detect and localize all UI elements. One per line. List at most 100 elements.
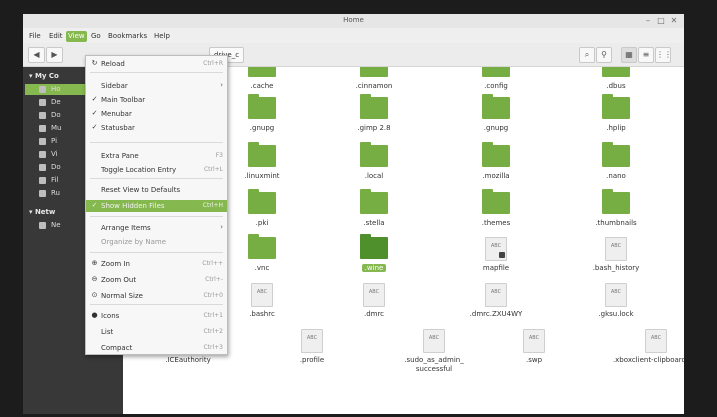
document-type-label: ABC [306, 335, 318, 341]
menu-item-compact[interactable]: Compact Ctrl+3 [86, 342, 227, 354]
arrow-right-icon[interactable]: ▶ [46, 47, 63, 63]
menu-separator [90, 304, 223, 305]
menu-item-organize-by-name[interactable]: Organize by Name [86, 236, 227, 248]
file-name: .dmrc [363, 310, 385, 318]
menu-bookmarks[interactable]: Bookmarks [106, 31, 149, 42]
menu-shortcut: Ctrl+H [202, 202, 223, 209]
folder-icon [482, 67, 510, 77]
menu-separator [90, 178, 223, 179]
menu-shortcut: Ctrl+3 [203, 344, 223, 351]
document-type-label: ABC [256, 289, 268, 295]
menu-item-label: Icons [101, 312, 120, 320]
menu-item-label: Arrange Items [101, 224, 151, 232]
view-menu-dropdown: ↻ Reload Ctrl+R Sidebar › ✓ Main Toolbar ✓ Menub… [85, 55, 228, 355]
file-name: .profile [299, 356, 325, 364]
folder-icon [482, 142, 510, 167]
sidebar-section-network[interactable]: ▾ Netw [29, 208, 55, 216]
menu-item-arrange-items[interactable]: Arrange Items › [86, 222, 227, 234]
search-icon[interactable]: ⚲ [596, 47, 612, 63]
folder-icon [360, 189, 388, 214]
menu-item-statusbar[interactable]: ✓ Statusbar [86, 122, 227, 134]
grid-icon[interactable]: ▦ [621, 47, 637, 63]
file-item[interactable]: ABC .profile [257, 329, 367, 385]
videos-icon [39, 151, 46, 158]
menu-item-menubar[interactable]: ✓ Menubar [86, 108, 227, 120]
menu-help[interactable]: Help [152, 31, 172, 42]
file-manager-window: Home – □ ✕ File Edit View Go Bookmarks H… [23, 14, 684, 414]
menu-separator [90, 216, 223, 217]
terminal-icon[interactable]: ⌕ [579, 47, 595, 63]
downloads-icon [39, 164, 46, 171]
folder-icon [248, 142, 276, 167]
document-icon: ABC [301, 329, 323, 353]
compact-icon[interactable]: ⋮⋮ [655, 47, 672, 63]
folder-icon [248, 94, 276, 119]
folder-icon [602, 94, 630, 119]
menu-separator [90, 72, 223, 73]
close-icon[interactable]: ✕ [669, 16, 679, 26]
menu-file[interactable]: File [27, 31, 43, 42]
menu-shortcut: Ctrl+1 [203, 312, 223, 319]
file-name: .dbus [606, 82, 626, 90]
file-name: .thumbnails [595, 219, 637, 227]
menu-item-normal-size[interactable]: ⊙ Normal Size Ctrl+0 [86, 290, 227, 302]
maximize-icon[interactable]: □ [656, 16, 666, 26]
document-type-label: ABC [490, 289, 502, 295]
menu-view[interactable]: View [66, 31, 87, 42]
menu-item-label: Zoom Out [101, 276, 137, 284]
trash-icon [39, 190, 46, 197]
menu-item-label: Organize by Name [101, 238, 167, 246]
document-icon: ABC [645, 329, 667, 353]
folder-icon [248, 234, 276, 259]
menu-item-zoom-out[interactable]: ⊖ Zoom Out Ctrl+- [86, 274, 227, 286]
document-type-label: ABC [368, 289, 380, 295]
menu-item-label: Zoom In [101, 260, 130, 268]
document-type-label: ABC [610, 243, 622, 249]
documents-icon [39, 112, 46, 119]
file-name: .bash_history [592, 264, 640, 272]
file-name: .themes [481, 219, 511, 227]
menu-item-reload[interactable]: ↻ Reload Ctrl+R [86, 58, 227, 70]
sidebar-section-my-computer[interactable]: ▾ My Co [29, 72, 59, 80]
file-name: .wine [319, 264, 429, 273]
folder-icon [360, 234, 388, 259]
file-item[interactable]: ABC .sudo_as_admin_ successful [379, 329, 489, 385]
folder-icon [602, 67, 630, 77]
menu-item-extra-pane[interactable]: Extra Pane F3 [86, 150, 227, 162]
filesystem-icon [39, 177, 46, 184]
menu-item-label: Main Toolbar [101, 96, 146, 104]
file-name: .gksu.lock [598, 310, 634, 318]
file-name: .config [484, 82, 508, 90]
window-title: Home [343, 16, 364, 24]
file-name: .ICEauthority [165, 356, 211, 364]
menu-shortcut: Ctrl+L [203, 166, 223, 173]
file-item[interactable]: ABC .swp [479, 329, 589, 385]
pictures-icon [39, 138, 46, 145]
menu-item-main-toolbar[interactable]: ✓ Main Toolbar [86, 94, 227, 106]
document-icon: ABC [423, 329, 445, 353]
file-name: .xboxclient-clipboard.pid [612, 356, 684, 364]
menu-item-show-hidden-files[interactable]: ✓ Show Hidden Files Ctrl+H [86, 200, 227, 212]
file-item[interactable]: ABC .xboxclient-clipboard.pid [601, 329, 684, 385]
menu-shortcut: Ctrl+0 [203, 292, 223, 299]
menu-edit[interactable]: Edit [47, 31, 65, 42]
title-bar: Home – □ ✕ [23, 14, 684, 28]
arrow-left-icon[interactable]: ◀ [28, 47, 45, 63]
submenu-arrow-icon: › [220, 223, 223, 231]
minimize-icon[interactable]: – [643, 16, 653, 26]
document-icon: ABC [605, 283, 627, 307]
menu-go[interactable]: Go [89, 31, 103, 42]
menu-item-toggle-location-entry[interactable]: Toggle Location Entry Ctrl+L [86, 164, 227, 176]
submenu-arrow-icon: › [220, 81, 223, 89]
menu-item-label: Sidebar [101, 82, 128, 90]
menu-mark-icon: ✓ [91, 95, 98, 103]
menu-item-list[interactable]: List Ctrl+2 [86, 326, 227, 338]
folder-icon [360, 94, 388, 119]
file-name: .gnupg [483, 124, 509, 132]
menu-item-sidebar[interactable]: Sidebar › [86, 80, 227, 92]
menu-item-zoom-in[interactable]: ⊕ Zoom In Ctrl++ [86, 258, 227, 270]
menu-item-icons[interactable]: ● Icons Ctrl+1 [86, 310, 227, 322]
menu-mark-icon: ⊖ [91, 275, 98, 283]
list-icon[interactable]: ≡ [638, 47, 654, 63]
menu-item-reset-view-to-defaults[interactable]: Reset View to Defaults [86, 184, 227, 196]
